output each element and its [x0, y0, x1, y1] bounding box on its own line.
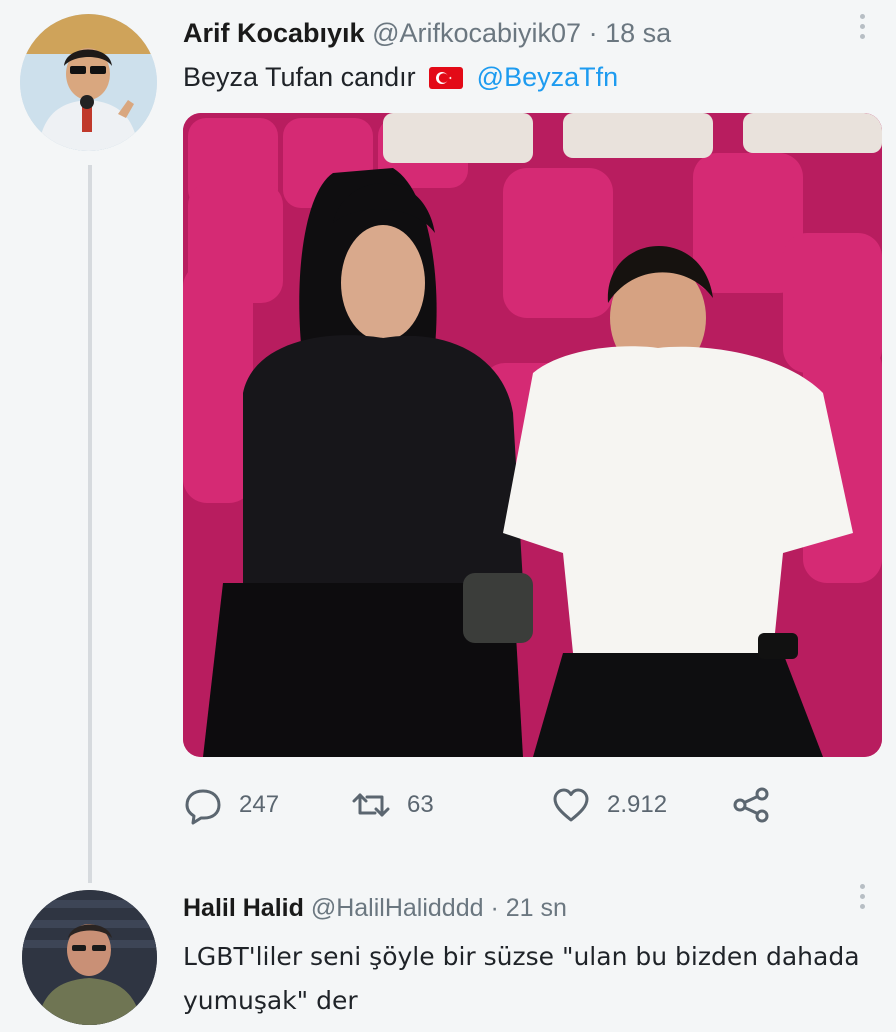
- reply-text: LGBT'liler seni şöyle bir süzse "ulan bu…: [183, 942, 860, 1015]
- thread-connector-line: [88, 165, 92, 883]
- reply-author-avatar[interactable]: [22, 890, 157, 1025]
- reply-header-separator: ·: [490, 894, 499, 922]
- retweet-count: 63: [407, 791, 434, 818]
- tweet-text: Beyza Tufan candır @BeyzaTfn: [183, 62, 618, 93]
- reply-icon: [183, 785, 223, 825]
- header-separator: ·: [588, 18, 598, 48]
- author-name[interactable]: Arif Kocabıyık: [183, 18, 365, 48]
- mention-link[interactable]: @BeyzaTfn: [477, 62, 618, 92]
- tweet-thread: Arif Kocabıyık @Arifkocabiyik07 · 18 sa …: [0, 0, 896, 1032]
- reply-header: Halil Halid @HalilHalidddd · 21 sn: [183, 894, 567, 923]
- reply-count: 247: [239, 791, 280, 818]
- like-count: 2.912: [607, 791, 668, 818]
- reply-author-name[interactable]: Halil Halid: [183, 894, 304, 922]
- more-options-icon[interactable]: [858, 884, 866, 909]
- reply-button[interactable]: 247: [183, 785, 279, 825]
- reply-author-handle[interactable]: @HalilHalidddd: [311, 894, 484, 922]
- tweet-photo[interactable]: [183, 113, 882, 757]
- tweet-body: Beyza Tufan candır: [183, 62, 416, 92]
- reply-time[interactable]: 21 sn: [506, 894, 567, 922]
- author-avatar[interactable]: [20, 14, 157, 151]
- tweet-actions-bar: 247 63 2.912: [183, 785, 803, 835]
- like-button[interactable]: 2.912: [551, 785, 667, 825]
- share-button[interactable]: [731, 785, 787, 825]
- tweet-time[interactable]: 18 sa: [605, 18, 671, 48]
- tweet-header: Arif Kocabıyık @Arifkocabiyik07 · 18 sa: [183, 18, 671, 49]
- turkey-flag-icon: [429, 67, 464, 89]
- heart-icon: [551, 785, 591, 825]
- more-options-icon[interactable]: [858, 14, 866, 39]
- author-handle[interactable]: @Arifkocabiyik07: [372, 18, 581, 48]
- retweet-icon: [351, 785, 391, 825]
- retweet-button[interactable]: 63: [351, 785, 434, 825]
- share-icon: [731, 785, 771, 825]
